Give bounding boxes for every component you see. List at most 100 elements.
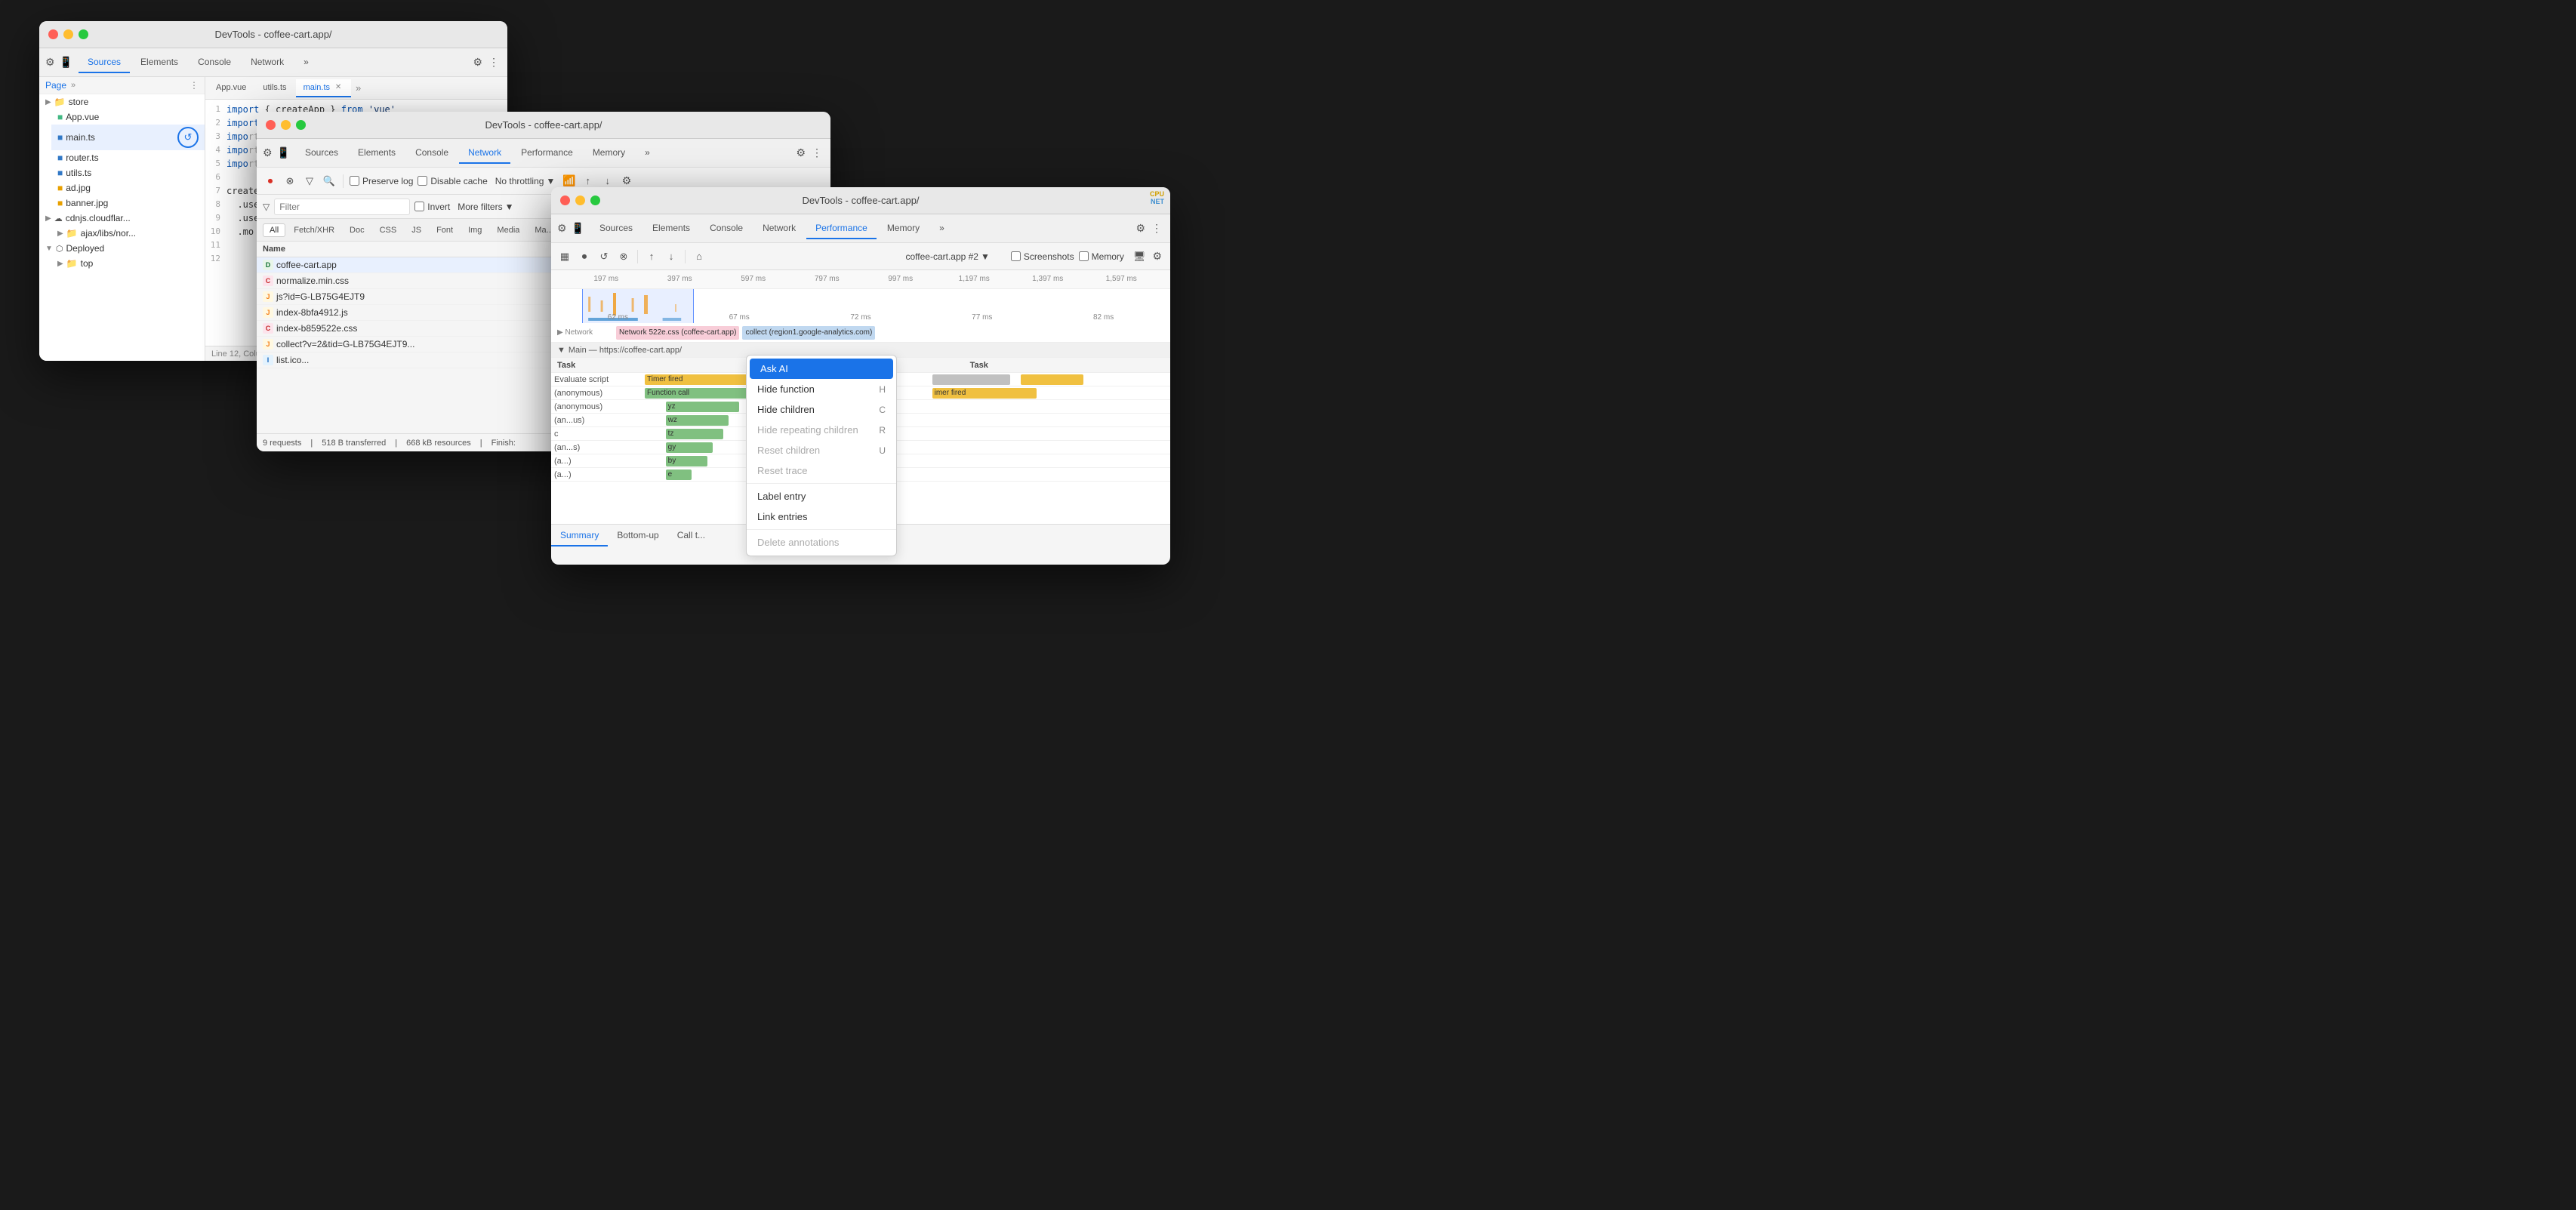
settings-icon[interactable] (470, 54, 485, 70)
tree-item-maints[interactable]: ■ main.ts ↺ (51, 125, 205, 150)
flame-bar-timer3[interactable]: imer fired (932, 388, 1037, 399)
tab-console[interactable]: Console (406, 143, 458, 164)
tab-network[interactable]: Network (459, 143, 510, 164)
filter-tab-all[interactable]: All (263, 223, 285, 237)
tab-network[interactable]: Network (242, 52, 293, 73)
refresh-button-sources[interactable]: ↺ (177, 127, 199, 148)
filter-tab-doc[interactable]: Doc (343, 223, 371, 237)
context-menu-item-link-entries[interactable]: Link entries (747, 506, 896, 527)
editor-tab-maints[interactable]: main.ts ✕ (296, 79, 351, 97)
perf-tab-summary[interactable]: Summary (551, 525, 608, 547)
clear-button[interactable]: ⊗ (616, 249, 631, 264)
tree-item-routerts[interactable]: ■ router.ts (51, 150, 205, 165)
perf-tab-bottomup[interactable]: Bottom-up (608, 525, 667, 547)
maximize-button[interactable] (590, 196, 600, 205)
download-button[interactable]: ↓ (600, 174, 615, 189)
perf-tab-calltree[interactable]: Call t... (668, 525, 714, 547)
tree-item-top[interactable]: ▶ 📁 top (51, 256, 205, 271)
filter-tab-font[interactable]: Font (430, 223, 460, 237)
target-dropdown[interactable]: coffee-cart.app #2 ▼ (902, 250, 992, 263)
tab-performance[interactable]: Performance (512, 143, 582, 164)
context-menu-item-hide-children[interactable]: Hide children C (747, 399, 896, 420)
close-button[interactable] (48, 29, 58, 39)
upload-button[interactable]: ↑ (581, 174, 596, 189)
context-menu-item-hide-function[interactable]: Hide function H (747, 379, 896, 399)
tab-sources[interactable]: Sources (79, 52, 130, 73)
screenshots-checkbox[interactable] (1011, 251, 1021, 261)
settings-icon[interactable] (620, 173, 634, 189)
disable-cache-label[interactable]: Disable cache (418, 176, 487, 186)
tab-more[interactable]: » (294, 52, 318, 73)
flame-bar-gray[interactable] (932, 374, 1011, 385)
search-button[interactable]: 🔍 (322, 174, 337, 189)
maximize-button[interactable] (296, 120, 306, 130)
download-button[interactable]: ↓ (664, 249, 679, 264)
tree-item-ajax[interactable]: ▶ 📁 ajax/libs/nor... (51, 226, 205, 241)
tab-sources[interactable]: Sources (590, 218, 642, 239)
tab-elements[interactable]: Elements (131, 52, 187, 73)
editor-tab-appvue[interactable]: App.vue (208, 80, 254, 97)
flame-bar-yz[interactable]: yz (666, 402, 739, 412)
upload-button[interactable]: ↑ (644, 249, 659, 264)
panel-icon[interactable]: ▦ (557, 249, 572, 264)
tree-item-deployed[interactable]: ▼ ⬡ Deployed (39, 241, 205, 256)
invert-checkbox[interactable] (414, 202, 424, 211)
more-icon[interactable] (1149, 220, 1164, 236)
flame-bar-gy[interactable]: gy (666, 442, 713, 453)
tree-item-utilsts[interactable]: ■ utils.ts (51, 165, 205, 180)
tab-console[interactable]: Console (701, 218, 752, 239)
flame-bar-e[interactable]: e (666, 470, 692, 480)
tab-memory[interactable]: Memory (584, 143, 634, 164)
settings-icon[interactable] (1133, 220, 1148, 236)
tree-item-cdnjs[interactable]: ▶ ☁ cdnjs.cloudflar... (39, 211, 205, 226)
memory-label[interactable]: Memory (1079, 251, 1124, 262)
filter-tab-css[interactable]: CSS (373, 223, 404, 237)
screenshots-label[interactable]: Screenshots (1011, 251, 1074, 262)
home-button[interactable]: ⌂ (692, 249, 707, 264)
invert-label[interactable]: Invert (414, 202, 450, 212)
timeline-chart[interactable]: 62 ms 67 ms 72 ms 77 ms 82 ms (551, 289, 1170, 323)
minimize-button[interactable] (63, 29, 73, 39)
more-icon[interactable] (486, 54, 501, 70)
flame-bar-wz[interactable]: wz (666, 415, 729, 426)
settings-icon[interactable] (793, 145, 808, 161)
preserve-log-checkbox[interactable] (350, 176, 359, 186)
tab-elements[interactable]: Elements (643, 218, 699, 239)
flame-bar-tz[interactable]: tz (666, 429, 723, 439)
record-button[interactable]: ⏺ (577, 249, 592, 264)
context-menu-item-label-entry[interactable]: Label entry (747, 486, 896, 506)
disable-cache-checkbox[interactable] (418, 176, 427, 186)
filter-tab-img[interactable]: Img (461, 223, 488, 237)
reload-record-button[interactable]: ↺ (596, 249, 612, 264)
tab-performance[interactable]: Performance (806, 218, 877, 239)
filter-tab-fetch[interactable]: Fetch/XHR (287, 223, 341, 237)
tab-more[interactable]: » (636, 143, 659, 164)
clear-button[interactable]: ⊗ (282, 174, 297, 189)
tree-item-bannerjpg[interactable]: ■ banner.jpg (51, 196, 205, 211)
memory-checkbox[interactable] (1079, 251, 1089, 261)
filter-tab-media[interactable]: Media (490, 223, 526, 237)
page-label[interactable]: Page (45, 80, 66, 91)
settings-icon[interactable] (1150, 248, 1164, 264)
tab-memory[interactable]: Memory (878, 218, 929, 239)
close-button[interactable] (560, 196, 570, 205)
tree-item-store[interactable]: ▶ 📁 store (39, 94, 205, 109)
tree-item-adjpg[interactable]: ■ ad.jpg (51, 180, 205, 196)
flame-bar-timer2[interactable] (1021, 374, 1083, 385)
filter-tab-js[interactable]: JS (405, 223, 428, 237)
minimize-button[interactable] (575, 196, 585, 205)
tab-more[interactable]: » (930, 218, 954, 239)
tab-sources[interactable]: Sources (296, 143, 347, 164)
editor-tabs-more[interactable]: » (353, 82, 364, 94)
minimize-button[interactable] (281, 120, 291, 130)
flame-bar-by[interactable]: by (666, 456, 707, 466)
record-stop-button[interactable]: ⏺ (263, 174, 278, 189)
filter-input[interactable] (274, 199, 410, 215)
editor-tab-utils[interactable]: utils.ts (255, 80, 294, 97)
filter-button[interactable]: ▽ (302, 174, 317, 189)
sidebar-more-icon[interactable]: ⋮ (190, 80, 199, 91)
throttling-dropdown[interactable]: No throttling ▼ (492, 174, 559, 188)
context-menu-item-askai[interactable]: Ask AI (750, 359, 893, 379)
more-filters-button[interactable]: More filters ▼ (454, 200, 516, 214)
more-icon[interactable] (809, 145, 824, 161)
